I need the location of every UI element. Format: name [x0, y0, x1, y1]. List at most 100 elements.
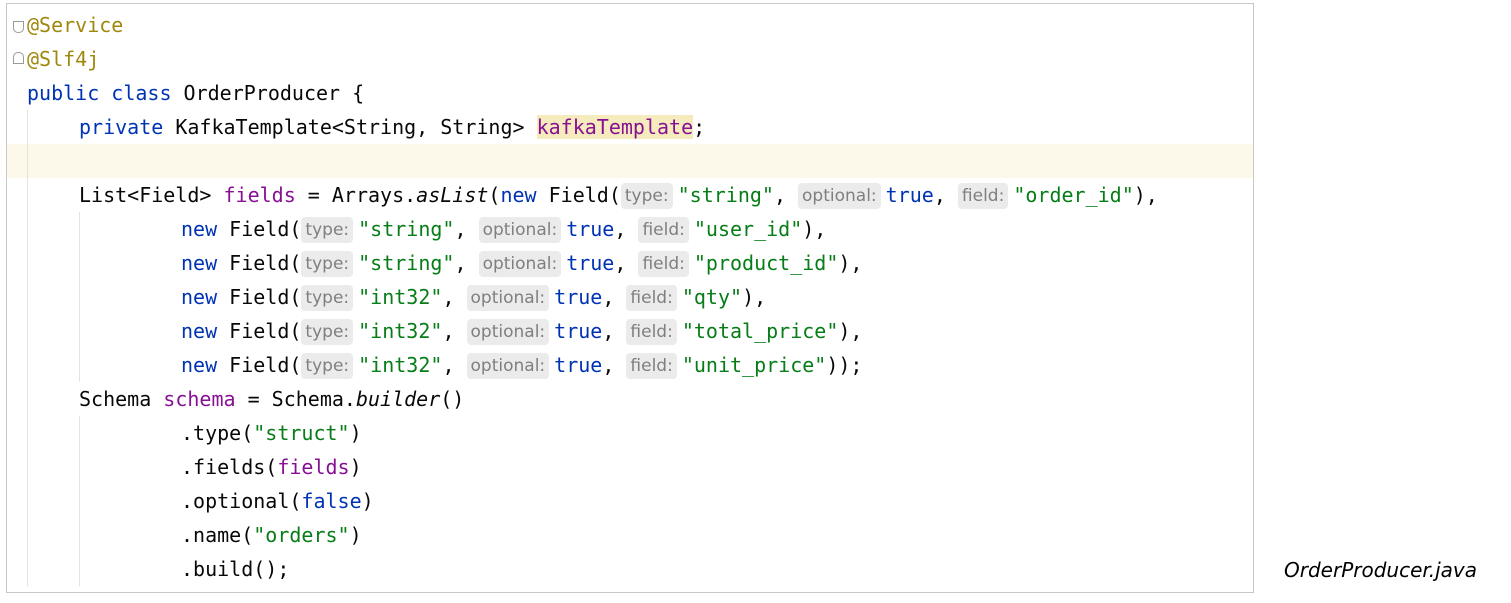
indent-guide	[27, 518, 28, 552]
string-literal: "user_id"	[693, 217, 803, 241]
builder-fields-call: .fields(fields)	[181, 450, 362, 484]
comma: ,	[602, 353, 615, 377]
paren: (	[488, 183, 501, 207]
code-line: .optional(false)	[7, 484, 1253, 518]
keyword: new	[181, 353, 218, 377]
annotation-service: @Service	[27, 13, 124, 37]
variable-name: schema	[163, 387, 236, 411]
line-end: ),	[838, 251, 863, 275]
code-line: @Service	[7, 8, 1253, 42]
parameter-hint-field: field:	[638, 217, 689, 243]
fold-end-icon[interactable]	[13, 52, 24, 64]
string-literal: "total_price"	[681, 319, 839, 343]
keyword: new	[181, 319, 218, 343]
code-line: new Field(type: "string", optional: true, …	[7, 246, 1253, 280]
code-line: .name("orders")	[7, 518, 1253, 552]
indent-guide	[27, 348, 28, 382]
paren: ()	[440, 387, 465, 411]
parameter-hint-type: type:	[301, 353, 354, 379]
keyword: public	[27, 81, 100, 105]
comma: ,	[442, 285, 455, 309]
string-literal: "product_id"	[693, 251, 839, 275]
parameter-hint-optional: optional:	[798, 183, 881, 209]
line-end: ),	[742, 285, 767, 309]
fold-collapse-icon[interactable]	[13, 21, 24, 33]
paren: )	[349, 455, 362, 479]
code-line: .fields(fields)	[7, 450, 1253, 484]
code-line: .type("struct")	[7, 416, 1253, 450]
code-line: public class OrderProducer {	[7, 76, 1253, 110]
field-constructor-call: new Field(type: "string", optional: true, …	[181, 212, 826, 246]
keyword: true	[566, 251, 615, 275]
field-declaration: private KafkaTemplate<String, String> ka…	[79, 110, 705, 144]
keyword: new	[500, 183, 537, 207]
method-call: .fields(	[181, 455, 278, 479]
string-literal: "orders"	[253, 523, 350, 547]
field-type: KafkaTemplate<String, String>	[163, 115, 537, 139]
assignment: = Schema.	[235, 387, 356, 411]
indent-guide	[27, 382, 28, 416]
file-name-caption: OrderProducer.java	[1284, 558, 1478, 582]
string-literal: "string"	[358, 251, 455, 275]
comma: ,	[454, 217, 467, 241]
indent-guide	[79, 314, 80, 348]
method-call: .name(	[181, 523, 254, 547]
indent-guide	[27, 212, 28, 246]
string-literal: "int32"	[358, 319, 443, 343]
comma: ,	[614, 217, 627, 241]
field-name[interactable]: kafkaTemplate	[536, 115, 694, 139]
comma: ,	[773, 183, 786, 207]
comma: ,	[442, 353, 455, 377]
comma: ,	[454, 251, 467, 275]
parameter-hint-optional: optional:	[466, 319, 550, 345]
comma: ,	[602, 319, 615, 343]
indent-guide	[79, 348, 80, 382]
method-name: builder	[355, 387, 441, 411]
indent-guide	[79, 484, 80, 518]
parameter-hint-type: type:	[301, 319, 354, 345]
parameter-hint-field: field:	[626, 353, 677, 379]
string-literal: "order_id"	[1013, 183, 1134, 207]
field-constructor-call: new Field(type: "string", optional: true, …	[181, 246, 862, 280]
comma: ,	[602, 285, 615, 309]
parameter-hint-optional: optional:	[466, 353, 550, 379]
code-line: new Field(type: "int32", optional: true, f…	[7, 314, 1253, 348]
keyword: new	[181, 251, 218, 275]
code-line: List<Field> fields = Arrays.asList(new F…	[7, 178, 1253, 212]
line-end: ),	[838, 319, 863, 343]
parameter-hint-field: field:	[626, 285, 677, 311]
builder-optional-call: .optional(false)	[181, 484, 374, 518]
parameter-hint-type: type:	[620, 183, 673, 209]
code-line: Schema schema = Schema.builder()	[7, 382, 1253, 416]
list-type: List<Field>	[79, 183, 224, 207]
semicolon: ;	[693, 115, 706, 139]
paren: )	[349, 523, 362, 547]
constructor: Field(	[536, 183, 621, 207]
indent-guide	[79, 212, 80, 246]
string-literal: "string"	[358, 217, 455, 241]
constructor: Field(	[217, 319, 302, 343]
method-call: .optional(	[181, 489, 302, 513]
indent-guide	[27, 280, 28, 314]
annotation-slf4j: @Slf4j	[27, 47, 100, 71]
string-literal: "int32"	[358, 353, 443, 377]
keyword: true	[554, 285, 603, 309]
indent-guide	[27, 416, 28, 450]
constructor: Field(	[217, 251, 302, 275]
indent-guide	[79, 450, 80, 484]
keyword: private	[79, 115, 164, 139]
variable-reference: fields	[277, 455, 350, 479]
indent-guide	[27, 178, 28, 212]
code-area[interactable]: @Service @Slf4j public class OrderProduc…	[7, 8, 1253, 586]
code-line: private KafkaTemplate<String, String> ka…	[7, 110, 1253, 144]
field-constructor-call: new Field(type: "int32", optional: true, f…	[181, 348, 862, 382]
keyword: new	[181, 285, 218, 309]
code-editor[interactable]: @Service @Slf4j public class OrderProduc…	[6, 3, 1254, 593]
comma: ,	[442, 319, 455, 343]
string-literal: "qty"	[681, 285, 743, 309]
schema-declaration: Schema schema = Schema.builder()	[79, 382, 464, 416]
current-line[interactable]	[7, 144, 1253, 178]
variable-name: fields	[223, 183, 296, 207]
assignment: = Arrays.	[295, 183, 417, 207]
indent-guide	[79, 552, 80, 586]
